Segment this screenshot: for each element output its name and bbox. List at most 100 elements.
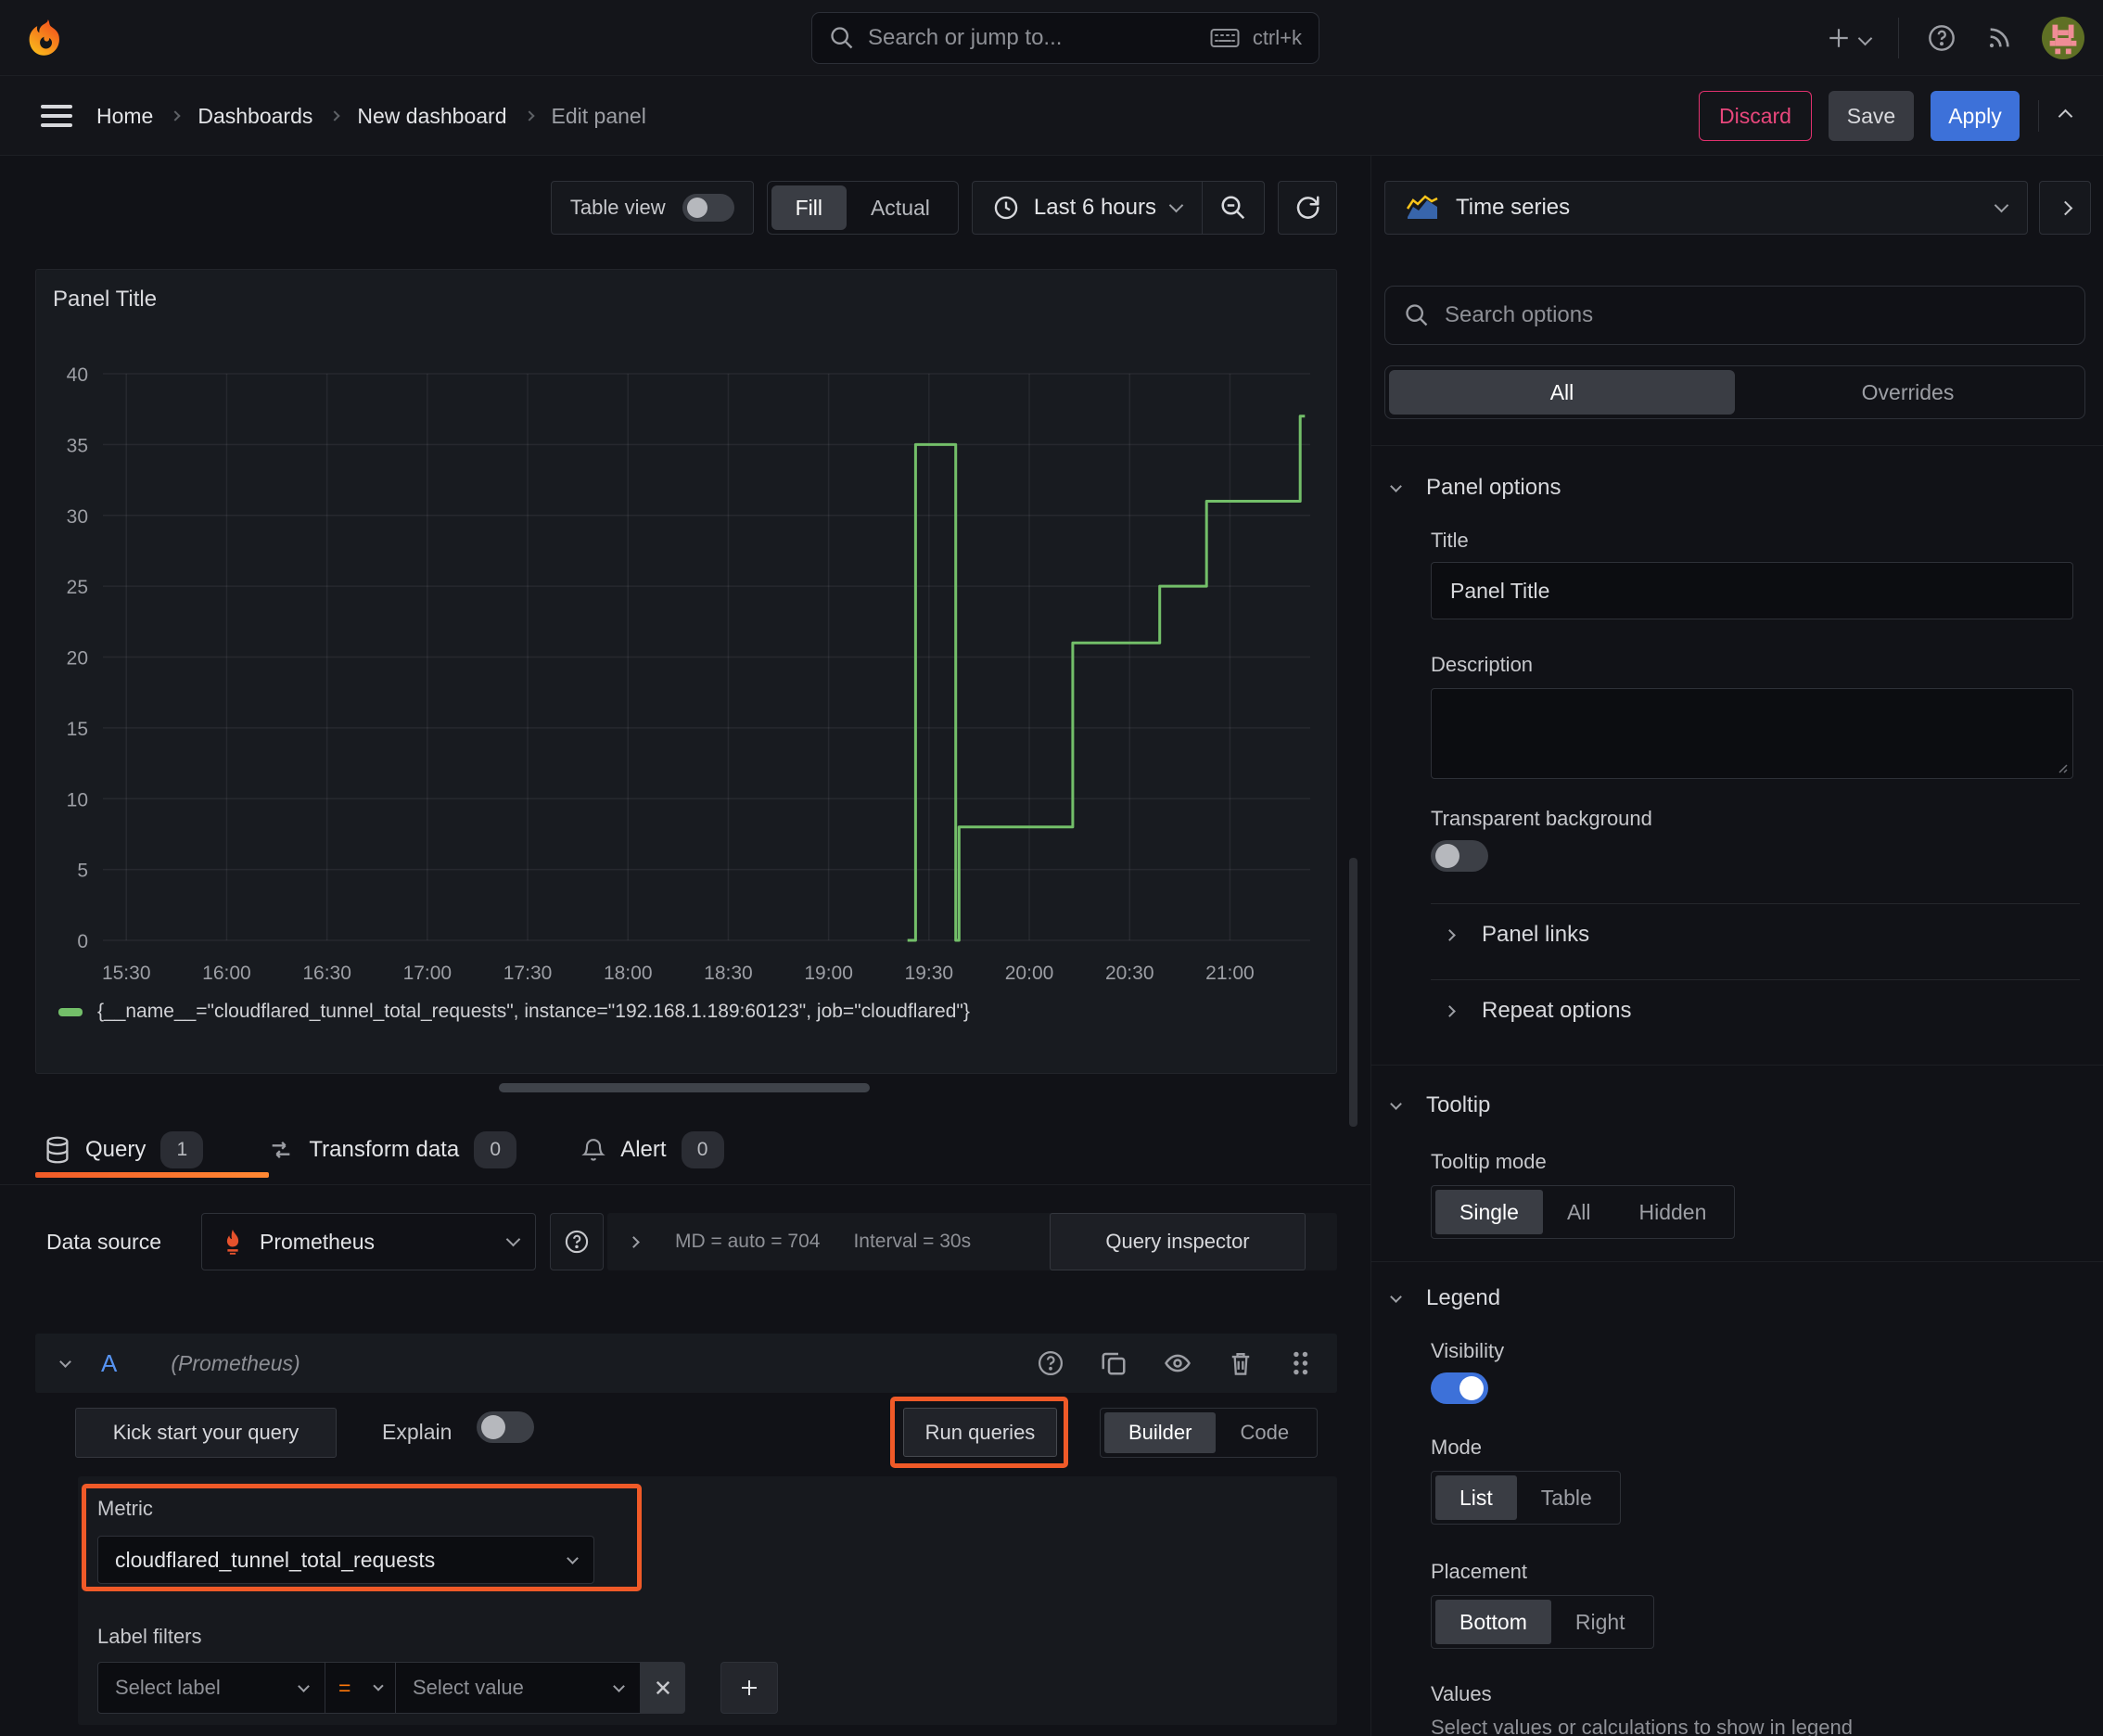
- explain-label: Explain: [382, 1420, 452, 1444]
- refresh-button[interactable]: [1278, 181, 1337, 235]
- expand-options-icon[interactable]: [628, 1235, 640, 1248]
- collapse-options-icon[interactable]: [2058, 108, 2073, 124]
- explain-toggle[interactable]: [477, 1411, 534, 1443]
- resize-handle[interactable]: [499, 1083, 870, 1092]
- panel-title-input[interactable]: [1431, 562, 2073, 619]
- discard-button[interactable]: Discard: [1699, 91, 1812, 141]
- svg-text:18:00: 18:00: [604, 963, 653, 984]
- code-option[interactable]: Code: [1216, 1412, 1313, 1453]
- query-inspector-button[interactable]: Query inspector: [1050, 1213, 1306, 1270]
- save-button[interactable]: Save: [1829, 91, 1914, 141]
- query-row-actions: [1037, 1349, 1311, 1377]
- tooltip-mode-all[interactable]: All: [1543, 1190, 1615, 1234]
- search-shortcut: ctrl+k: [1252, 26, 1302, 49]
- query-row-header[interactable]: A (Prometheus): [35, 1334, 1337, 1393]
- metric-select[interactable]: cloudflared_tunnel_total_requests: [97, 1536, 594, 1584]
- zoom-out-button[interactable]: [1203, 194, 1264, 222]
- tab-query[interactable]: Query 1: [45, 1131, 204, 1168]
- svg-text:10: 10: [67, 789, 88, 811]
- query-builder-body: Metric cloudflared_tunnel_total_requests…: [78, 1476, 1337, 1725]
- select-label-dropdown[interactable]: Select label: [97, 1662, 325, 1714]
- main-scrollbar-thumb[interactable]: [1349, 858, 1357, 1127]
- avatar[interactable]: [2042, 17, 2084, 59]
- add-filter-button[interactable]: [720, 1662, 778, 1714]
- breadcrumb-dashboards[interactable]: Dashboards: [198, 104, 312, 129]
- svg-text:17:00: 17:00: [403, 963, 452, 984]
- remove-filter-button[interactable]: [641, 1662, 685, 1714]
- legend-label[interactable]: {__name__="cloudflared_tunnel_total_requ…: [97, 1001, 970, 1023]
- actual-option[interactable]: Actual: [847, 185, 954, 230]
- help-button[interactable]: [1927, 23, 1956, 53]
- news-icon[interactable]: [1984, 23, 2014, 53]
- max-data-points: MD = auto = 704: [675, 1231, 821, 1252]
- tab-alert-label: Alert: [620, 1137, 667, 1162]
- transparent-bg-toggle[interactable]: [1431, 840, 1488, 872]
- svg-text:16:00: 16:00: [202, 963, 251, 984]
- placement-bottom[interactable]: Bottom: [1435, 1600, 1551, 1644]
- kickstart-button[interactable]: Kick start your query: [75, 1408, 337, 1458]
- svg-text:20:00: 20:00: [1005, 963, 1054, 984]
- chart-svg: 0 5 10 15 20 25 30 35 40 15:30 16:00 16:30 17:00 17:3…: [67, 364, 1310, 984]
- builder-option[interactable]: Builder: [1104, 1412, 1217, 1453]
- values-hint: Select values or calculations to show in…: [1431, 1716, 1853, 1736]
- global-search[interactable]: Search or jump to... ctrl+k: [811, 12, 1319, 64]
- tooltip-header[interactable]: Tooltip: [1390, 1092, 1490, 1118]
- fill-option[interactable]: Fill: [771, 185, 847, 230]
- svg-text:0: 0: [77, 931, 88, 952]
- svg-text:40: 40: [67, 364, 88, 386]
- menu-toggle[interactable]: [41, 105, 72, 127]
- select-value-dropdown[interactable]: Select value: [396, 1662, 641, 1714]
- grafana-logo[interactable]: [26, 17, 69, 59]
- description-label: Description: [1431, 653, 1534, 676]
- section-divider: [1371, 445, 2103, 446]
- repeat-options-header[interactable]: Repeat options: [1444, 998, 1632, 1024]
- repeat-options-title: Repeat options: [1482, 998, 1632, 1023]
- add-button[interactable]: [1827, 26, 1873, 50]
- time-range-button[interactable]: Last 6 hours: [973, 182, 1202, 234]
- panel-toolbar: Table view Fill Actual Last 6 hours: [35, 181, 1337, 235]
- panel-options-header[interactable]: Panel options: [1390, 475, 1561, 501]
- panel-links-header[interactable]: Panel links: [1444, 922, 1589, 948]
- tab-overrides[interactable]: Overrides: [1735, 370, 2081, 415]
- collapse-query-icon[interactable]: [59, 1355, 71, 1368]
- panel-title[interactable]: Panel Title: [53, 287, 157, 313]
- legend-mode-table[interactable]: Table: [1517, 1475, 1616, 1520]
- legend-swatch[interactable]: [58, 1007, 83, 1016]
- operator-dropdown[interactable]: =: [325, 1662, 396, 1714]
- legend-header[interactable]: Legend: [1390, 1285, 1500, 1311]
- actions-divider: [2038, 100, 2039, 132]
- duplicate-icon[interactable]: [1100, 1349, 1128, 1377]
- tab-transform[interactable]: Transform data 0: [268, 1131, 517, 1168]
- viz-picker[interactable]: Time series: [1384, 181, 2028, 235]
- viz-expand-button[interactable]: [2039, 181, 2091, 235]
- datasource-help-button[interactable]: [550, 1213, 604, 1270]
- placement-right[interactable]: Right: [1551, 1600, 1650, 1644]
- table-view-group: Table view: [550, 181, 754, 235]
- panel-options-title: Panel options: [1426, 475, 1561, 500]
- nav-right: [1827, 0, 2084, 76]
- description-textarea[interactable]: [1431, 688, 2073, 779]
- query-ref-id[interactable]: A: [101, 1349, 117, 1378]
- tab-all[interactable]: All: [1389, 370, 1735, 415]
- legend-mode-list[interactable]: List: [1435, 1475, 1517, 1520]
- time-range-label: Last 6 hours: [1033, 195, 1156, 220]
- tooltip-mode-label: Tooltip mode: [1431, 1150, 1547, 1173]
- label-filter-row: Select label = Select value: [97, 1662, 778, 1714]
- tooltip-mode-hidden[interactable]: Hidden: [1615, 1190, 1731, 1234]
- run-queries-button[interactable]: Run queries: [903, 1408, 1057, 1457]
- help-icon[interactable]: [1037, 1349, 1064, 1377]
- table-view-toggle[interactable]: [682, 194, 734, 222]
- options-search[interactable]: Search options: [1384, 286, 2085, 345]
- breadcrumb-home[interactable]: Home: [96, 104, 153, 129]
- tab-query-label: Query: [85, 1137, 147, 1162]
- tab-alert[interactable]: Alert 0: [581, 1131, 724, 1168]
- apply-button[interactable]: Apply: [1931, 91, 2020, 141]
- breadcrumb-new-dashboard[interactable]: New dashboard: [357, 104, 506, 129]
- visibility-toggle[interactable]: [1431, 1372, 1488, 1404]
- datasource-picker[interactable]: Prometheus: [201, 1213, 536, 1270]
- tooltip-mode-single[interactable]: Single: [1435, 1190, 1543, 1234]
- tab-transform-count: 0: [474, 1131, 517, 1168]
- drag-handle-icon[interactable]: [1289, 1349, 1311, 1377]
- hide-response-icon[interactable]: [1163, 1349, 1192, 1377]
- trash-icon[interactable]: [1228, 1349, 1254, 1377]
